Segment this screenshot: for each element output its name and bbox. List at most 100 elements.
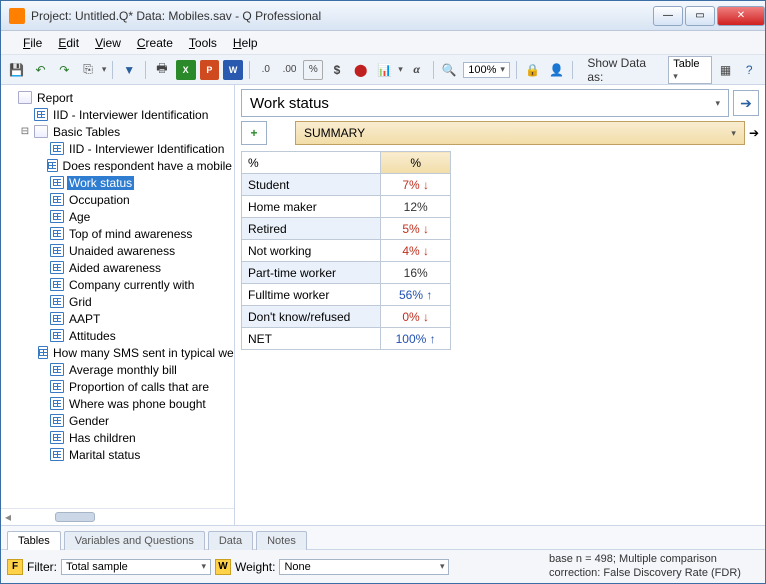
undo-icon[interactable]: ↶: [31, 60, 51, 80]
row-variable-selector[interactable]: Work status▾: [241, 89, 729, 117]
zoom-combo[interactable]: 100%▾: [463, 62, 510, 78]
table-row-value[interactable]: 5% ↓: [381, 218, 451, 240]
column-next-button[interactable]: ➔: [749, 126, 759, 140]
tab-variables[interactable]: Variables and Questions: [64, 531, 205, 550]
tree-item[interactable]: Work status: [1, 174, 234, 191]
status-info: base n = 498; Multiple comparison correc…: [549, 553, 759, 579]
col-header[interactable]: %: [381, 152, 451, 174]
tree-item[interactable]: Does respondent have a mobile: [1, 157, 234, 174]
copy-icon[interactable]: ⎘: [78, 60, 98, 80]
filter-flag-icon: F: [7, 559, 23, 575]
table-row-value[interactable]: 16%: [381, 262, 451, 284]
menu-view[interactable]: View: [89, 34, 127, 52]
stop-icon[interactable]: ⬤: [351, 60, 371, 80]
table-row-value[interactable]: 56% ↑: [381, 284, 451, 306]
alpha-icon[interactable]: α: [407, 60, 427, 80]
redo-icon[interactable]: ↷: [54, 60, 74, 80]
weight-flag-icon: W: [215, 559, 231, 575]
table-row-label[interactable]: Don't know/refused: [242, 306, 381, 328]
app-icon: [9, 8, 25, 24]
menubar: File Edit View Create Tools Help: [1, 31, 765, 55]
weight-label: Weight:: [235, 560, 275, 574]
tree-item[interactable]: Aided awareness: [1, 259, 234, 276]
show-data-combo[interactable]: Table ▾: [668, 56, 711, 84]
tree-scrollbar[interactable]: ◂: [1, 508, 234, 525]
table-row-label[interactable]: NET: [242, 328, 381, 350]
decimal2-icon[interactable]: .00: [280, 60, 300, 80]
maximize-button[interactable]: ▭: [685, 6, 715, 26]
table-row-value[interactable]: 100% ↑: [381, 328, 451, 350]
lock-icon[interactable]: 🔒: [523, 60, 543, 80]
titlebar: Project: Untitled.Q* Data: Mobiles.sav -…: [1, 1, 765, 31]
menu-tools[interactable]: Tools: [183, 34, 223, 52]
content-pane: Work status▾ ➔ + SUMMARY▾ ➔ % % Student …: [235, 85, 765, 525]
tree-item[interactable]: Proportion of calls that are: [1, 378, 234, 395]
bottom-tabs: Tables Variables and Questions Data Note…: [1, 525, 765, 549]
tree-item[interactable]: Unaided awareness: [1, 242, 234, 259]
tree-item[interactable]: IID - Interviewer Identification: [1, 106, 234, 123]
tree-item[interactable]: Marital status: [1, 446, 234, 463]
zoom-icon[interactable]: 🔍: [440, 60, 460, 80]
menu-edit[interactable]: Edit: [52, 34, 85, 52]
table-row-value[interactable]: 7% ↓: [381, 174, 451, 196]
tab-data[interactable]: Data: [208, 531, 253, 550]
tree-item[interactable]: ⊟Basic Tables: [1, 123, 234, 140]
statusbar: F Filter: Total sample▾ W Weight: None▾ …: [1, 549, 765, 583]
table-row-value[interactable]: 0% ↓: [381, 306, 451, 328]
weight-combo[interactable]: None▾: [279, 559, 449, 575]
layout-icon[interactable]: ▦: [716, 60, 736, 80]
tree-item[interactable]: Gender: [1, 412, 234, 429]
table-row-label[interactable]: Home maker: [242, 196, 381, 218]
stats-icon[interactable]: 📊: [375, 60, 395, 80]
tree-item[interactable]: Has children: [1, 429, 234, 446]
table-row-label[interactable]: Retired: [242, 218, 381, 240]
filter-label: Filter:: [27, 560, 57, 574]
filter-icon[interactable]: ▼: [119, 60, 139, 80]
close-button[interactable]: ✕: [717, 6, 765, 26]
table-row-label[interactable]: Fulltime worker: [242, 284, 381, 306]
tree-item[interactable]: Report: [1, 89, 234, 106]
menu-file[interactable]: File: [17, 34, 48, 52]
window-title: Project: Untitled.Q* Data: Mobiles.sav -…: [31, 9, 651, 23]
show-data-label: Show Data as:: [587, 56, 664, 84]
tree-item[interactable]: Average monthly bill: [1, 361, 234, 378]
user-icon[interactable]: 👤: [547, 60, 567, 80]
tree-item[interactable]: Attitudes: [1, 327, 234, 344]
tree-item[interactable]: Grid: [1, 293, 234, 310]
print-icon[interactable]: 🖶: [152, 60, 172, 80]
add-table-button[interactable]: +: [241, 121, 267, 145]
tree-item[interactable]: Occupation: [1, 191, 234, 208]
output-table: % % Student 7% ↓Home maker 12%Retired 5%…: [241, 151, 451, 350]
table-row-value[interactable]: 12%: [381, 196, 451, 218]
report-tree-pane: ReportIID - Interviewer Identification⊟B…: [1, 85, 235, 525]
row-header[interactable]: %: [242, 152, 381, 174]
tree-item[interactable]: Where was phone bought: [1, 395, 234, 412]
tab-tables[interactable]: Tables: [7, 531, 61, 550]
decimal-icon[interactable]: .0: [256, 60, 276, 80]
column-variable-selector[interactable]: SUMMARY▾: [295, 121, 745, 145]
report-tree[interactable]: ReportIID - Interviewer Identification⊟B…: [1, 85, 234, 508]
percent-icon[interactable]: %: [303, 60, 323, 80]
table-row-label[interactable]: Part-time worker: [242, 262, 381, 284]
word-icon[interactable]: W: [223, 60, 243, 80]
save-icon[interactable]: 💾: [7, 60, 27, 80]
tree-item[interactable]: How many SMS sent in typical week: [1, 344, 234, 361]
menu-help[interactable]: Help: [227, 34, 264, 52]
tab-notes[interactable]: Notes: [256, 531, 307, 550]
excel-icon[interactable]: X: [176, 60, 196, 80]
powerpoint-icon[interactable]: P: [200, 60, 220, 80]
minimize-button[interactable]: —: [653, 6, 683, 26]
table-row-label[interactable]: Student: [242, 174, 381, 196]
tree-item[interactable]: AAPT: [1, 310, 234, 327]
help-icon[interactable]: ?: [739, 60, 759, 80]
tree-item[interactable]: IID - Interviewer Identification: [1, 140, 234, 157]
tree-item[interactable]: Top of mind awareness: [1, 225, 234, 242]
tree-item[interactable]: Age: [1, 208, 234, 225]
filter-combo[interactable]: Total sample▾: [61, 559, 211, 575]
menu-create[interactable]: Create: [131, 34, 179, 52]
dollar-icon[interactable]: $: [327, 60, 347, 80]
row-next-button[interactable]: ➔: [733, 90, 759, 116]
table-row-label[interactable]: Not working: [242, 240, 381, 262]
table-row-value[interactable]: 4% ↓: [381, 240, 451, 262]
tree-item[interactable]: Company currently with: [1, 276, 234, 293]
